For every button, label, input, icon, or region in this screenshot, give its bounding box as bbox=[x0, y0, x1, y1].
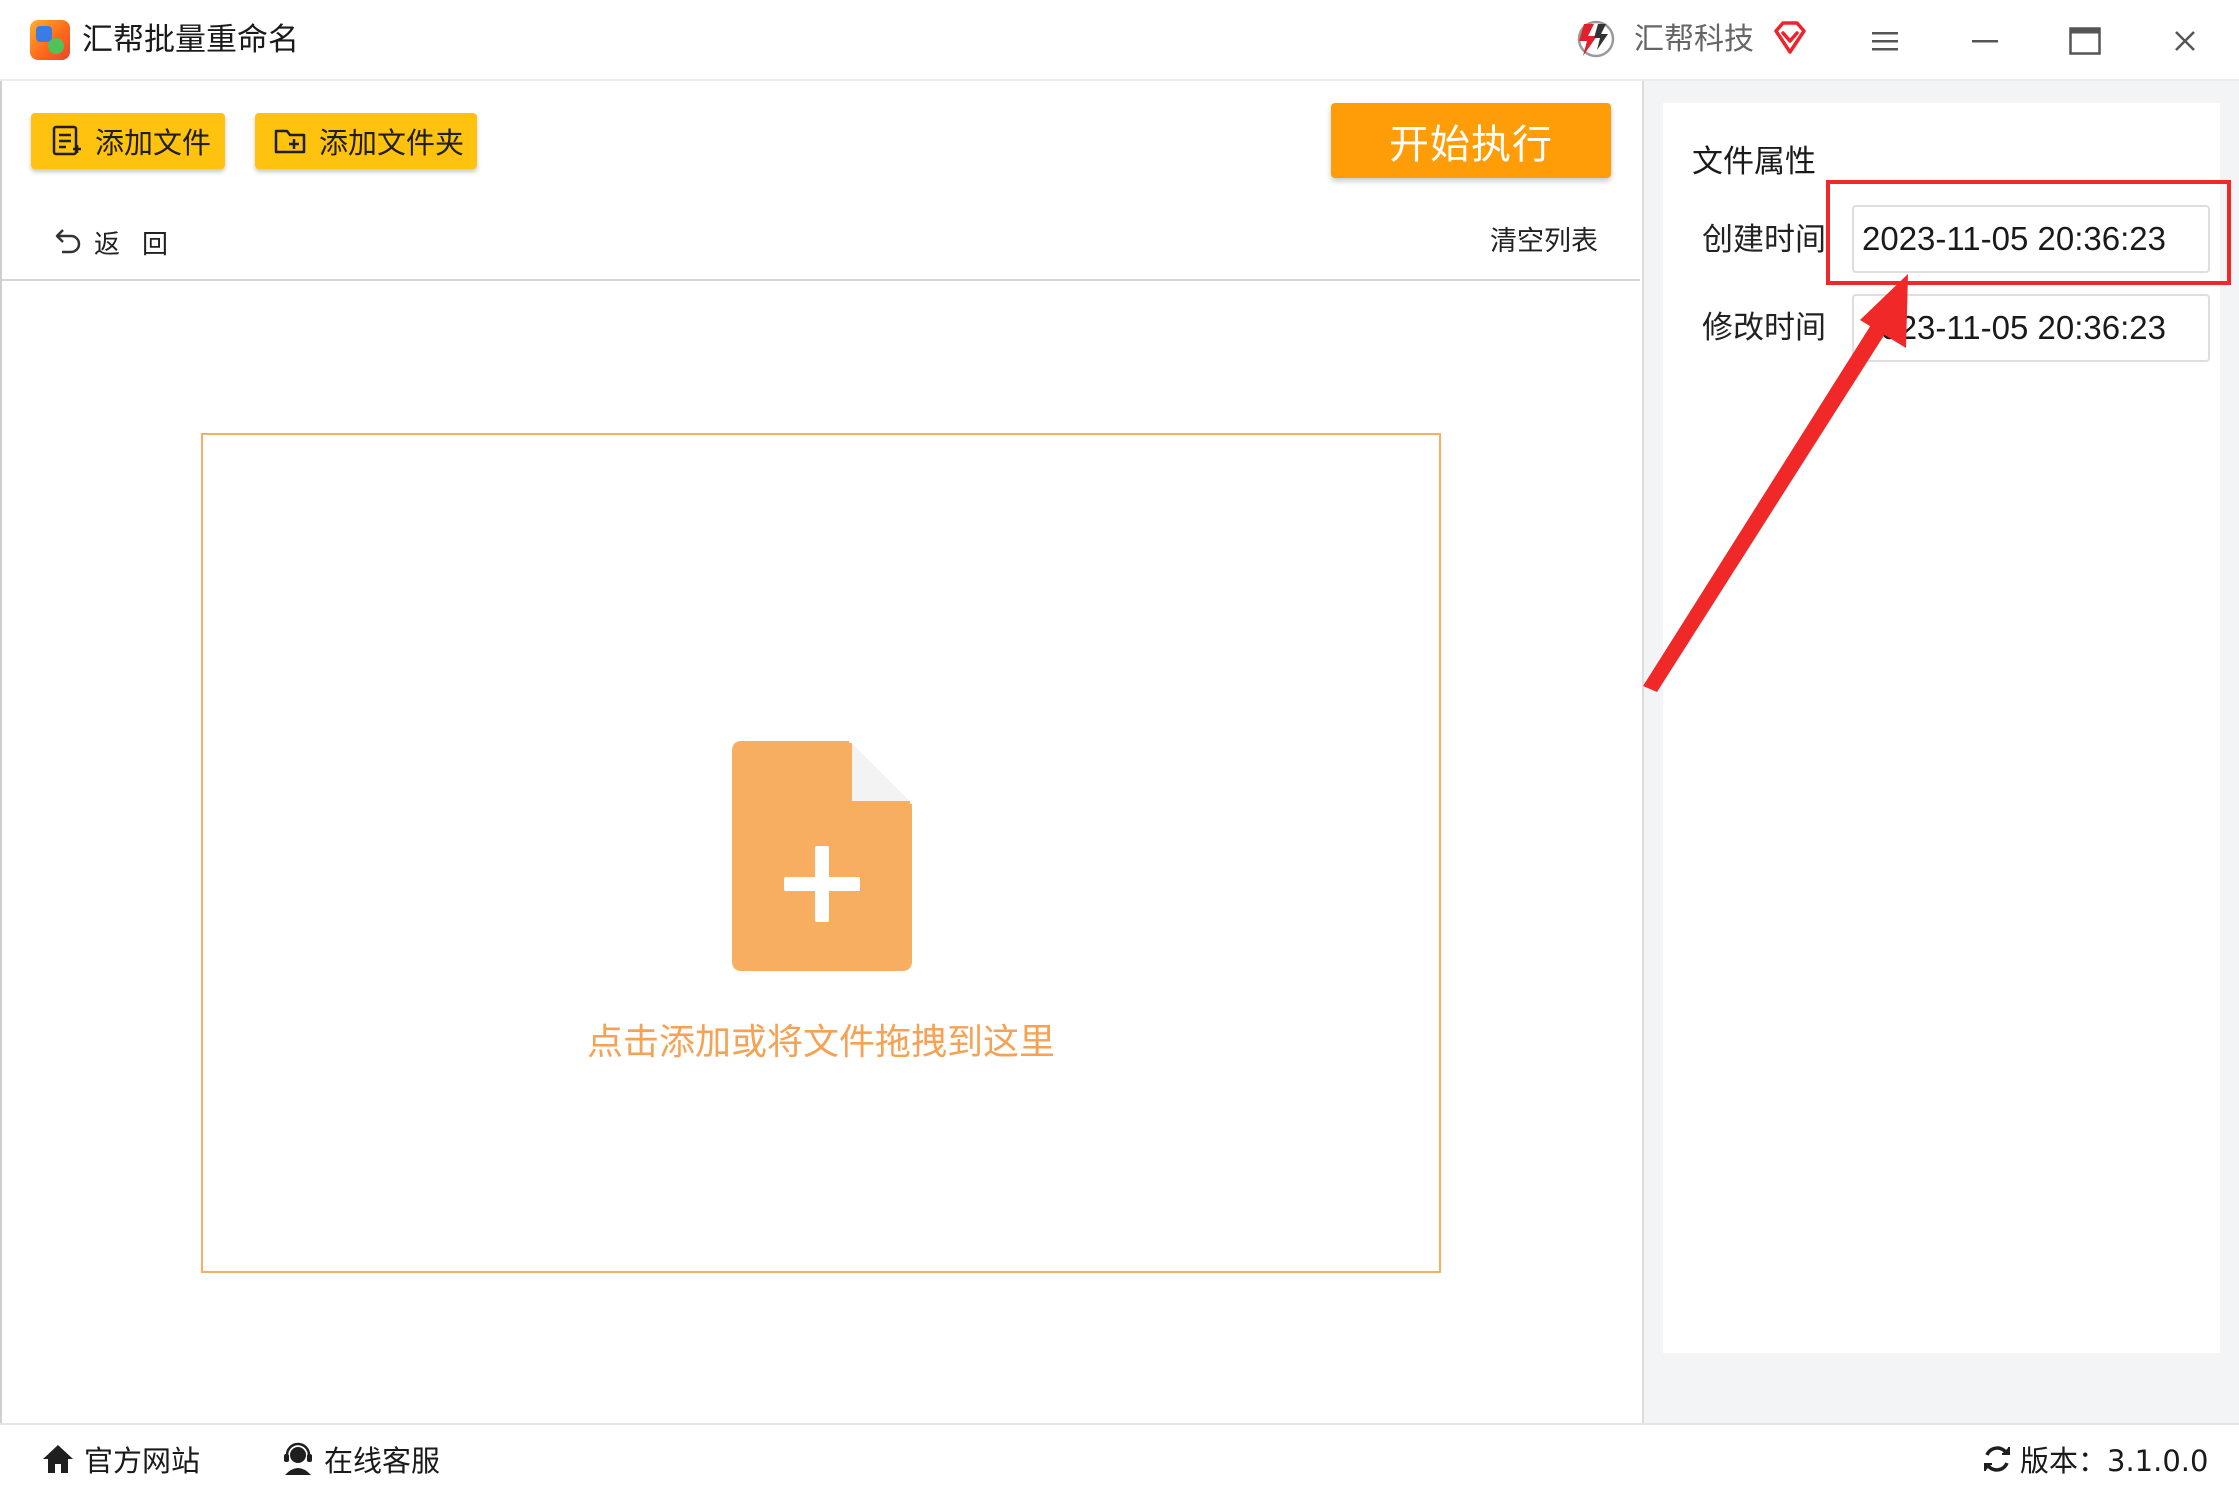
add-folder-icon bbox=[274, 129, 306, 154]
clear-list-button[interactable]: 清空列表 bbox=[1490, 222, 1598, 262]
customer-service-icon bbox=[284, 1442, 312, 1475]
add-folder-button[interactable]: 添加文件夹 bbox=[255, 113, 477, 169]
file-add-icon bbox=[732, 741, 912, 971]
brand-name: 汇帮科技 bbox=[1634, 22, 1754, 57]
home-icon bbox=[43, 1445, 73, 1473]
start-button[interactable]: 开始执行 bbox=[1331, 103, 1611, 178]
status-bar: 官方网站 在线客服 版本：3.1.0.0 bbox=[0, 1423, 2239, 1489]
brand-logo-icon bbox=[1577, 20, 1615, 58]
app-logo-icon bbox=[30, 20, 70, 60]
close-icon bbox=[2175, 31, 2195, 51]
online-service-link[interactable]: 在线客服 bbox=[280, 1439, 440, 1479]
created-time-label: 创建时间 bbox=[1702, 222, 1826, 258]
back-label: 返回 bbox=[94, 229, 191, 260]
undo-arrow-icon bbox=[55, 229, 81, 254]
add-file-label: 添加文件 bbox=[95, 126, 212, 160]
minimize-icon bbox=[1972, 40, 1998, 43]
modified-time-label: 修改时间 bbox=[1702, 310, 1826, 346]
add-file-icon bbox=[52, 125, 81, 156]
official-site-label: 官方网站 bbox=[84, 1444, 201, 1478]
menu-icon bbox=[1872, 32, 1898, 51]
add-folder-label: 添加文件夹 bbox=[319, 126, 465, 160]
modified-time-input[interactable] bbox=[1852, 294, 2210, 362]
version-label: 版本：3.1.0.0 bbox=[2020, 1444, 2209, 1478]
maximize-button[interactable] bbox=[2050, 10, 2120, 72]
drop-hint: 点击添加或将文件拖拽到这里 bbox=[586, 1022, 1055, 1063]
official-site-link[interactable]: 官方网站 bbox=[40, 1439, 200, 1479]
title-bar: 汇帮批量重命名 汇帮科技 bbox=[0, 0, 2239, 81]
vip-diamond-icon[interactable] bbox=[1770, 18, 1810, 58]
version-info: 版本：3.1.0.0 bbox=[1980, 1439, 2208, 1479]
back-button[interactable]: 返回 bbox=[50, 222, 190, 262]
window-left-edge bbox=[0, 81, 2, 1423]
properties-card bbox=[1663, 103, 2220, 1353]
refresh-icon bbox=[1984, 1446, 2010, 1472]
list-divider bbox=[2, 279, 1640, 281]
created-time-input[interactable] bbox=[1852, 205, 2210, 273]
add-file-button[interactable]: 添加文件 bbox=[31, 113, 225, 169]
file-drop-zone[interactable]: 点击添加或将文件拖拽到这里 bbox=[201, 433, 1441, 1273]
properties-title: 文件属性 bbox=[1692, 144, 1816, 180]
maximize-icon bbox=[2069, 27, 2101, 55]
app-title: 汇帮批量重命名 bbox=[82, 22, 299, 58]
menu-button[interactable] bbox=[1850, 10, 1920, 72]
minimize-button[interactable] bbox=[1950, 10, 2020, 72]
close-button[interactable] bbox=[2150, 10, 2220, 72]
online-service-label: 在线客服 bbox=[324, 1444, 441, 1478]
